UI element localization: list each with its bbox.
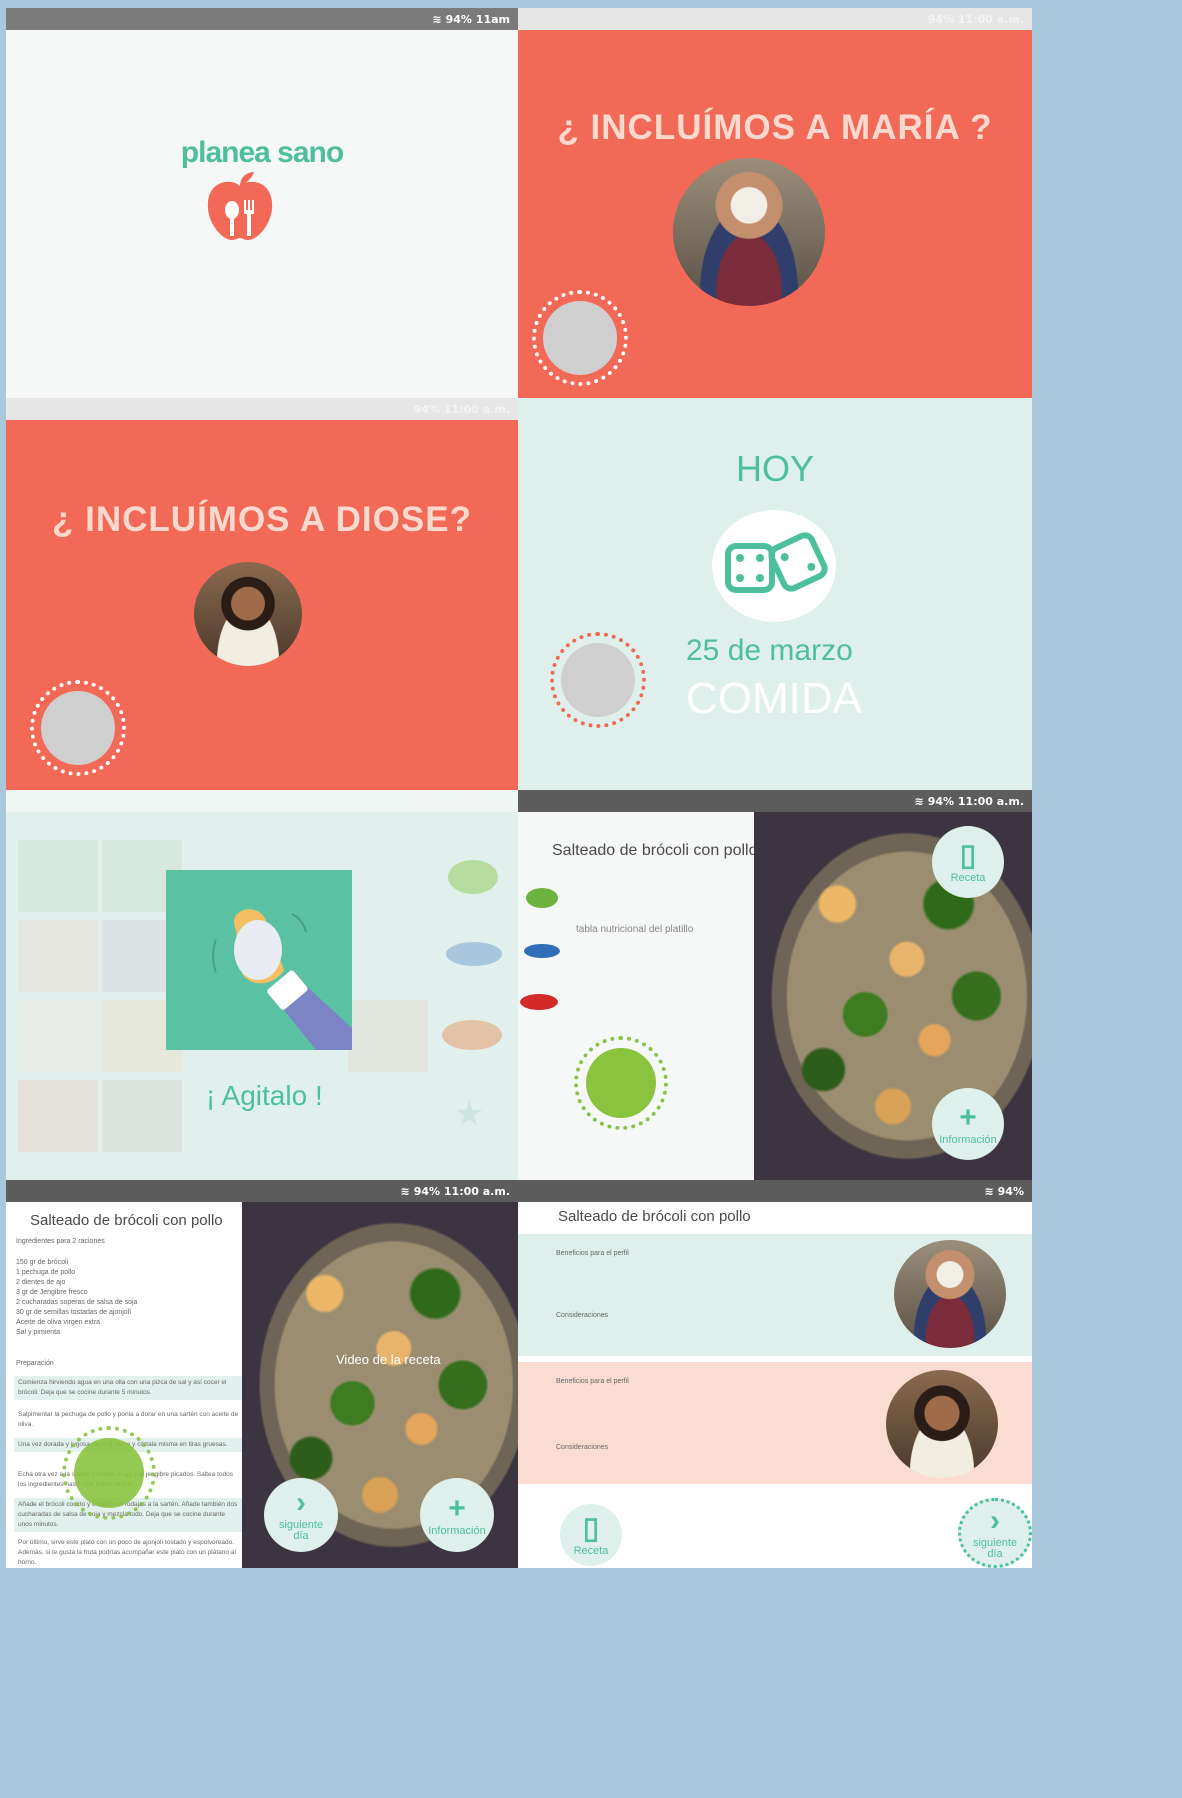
recipe-step: Salpimentar la pechuga de pollo y ponla … (18, 1411, 239, 1428)
benefits-label: Beneficios para el perfil (556, 1378, 629, 1385)
recipe-step: Por último, sirve este plato con un poco… (18, 1539, 236, 1566)
today-screen: HOY 25 de marzo COMIDA (518, 398, 1032, 790)
voice-button[interactable] (62, 1426, 156, 1520)
chevron-right-icon: › (296, 1486, 306, 1519)
cookbook-icon: ▯ (959, 838, 977, 872)
avatar-diose[interactable] (194, 562, 302, 666)
status-bar: 94% 11:00 a.m. (6, 398, 518, 420)
recipe-step: Comienza hirviendo agua en una olla con … (14, 1376, 244, 1400)
status-bar: ≋ 94% 11am (6, 8, 518, 30)
dish-screen: ≋ 94% 11:00 a.m. Salteado de brócoli con … (518, 790, 1032, 1180)
meat-icon (442, 1020, 502, 1050)
apple-logo-icon (207, 172, 273, 240)
meat-icon (520, 994, 558, 1010)
info-button[interactable]: + Información (420, 1478, 494, 1552)
info-button[interactable]: + Información (932, 1088, 1004, 1160)
food-tile (18, 1000, 98, 1072)
include-diose-screen: 94% 11:00 a.m. ¿ INCLUÍMOS A DIOSE? (6, 398, 518, 790)
status-bar: ≋ 94% 11:00 a.m. (518, 790, 1032, 812)
avatar-maria[interactable] (673, 158, 825, 306)
brand-name: planea sano (180, 136, 344, 169)
dice-icon (725, 532, 828, 593)
plus-icon: + (959, 1100, 977, 1134)
dish-title: Salteado de brócoli con pollo (558, 1208, 751, 1225)
broccoli-icon (448, 860, 498, 894)
ingredient: 150 gr de brócoli (16, 1259, 69, 1266)
dish-title: Salteado de brócoli con pollo (552, 842, 758, 859)
ingredient: 2 cucharadas soperas de salsa de soja (16, 1299, 138, 1306)
considerations-label: Consideraciones (556, 1444, 609, 1451)
include-question: ¿ INCLUÍMOS A DIOSE? (52, 500, 472, 539)
next-day-button[interactable]: › siguiente día (958, 1498, 1032, 1568)
profile-card-diose: Beneficios para el perfil Consideracione… (518, 1362, 1032, 1484)
profile-card-maria: Beneficios para el perfil Consideracione… (518, 1234, 1032, 1356)
chevron-right-icon: › (990, 1504, 1000, 1537)
dice-button[interactable] (712, 510, 836, 622)
recipe-button[interactable]: ▯ Receta (932, 826, 1004, 898)
recipe-button[interactable]: ▯ Receta (560, 1504, 622, 1566)
food-tile (348, 1000, 428, 1072)
hand-shaking-icon (212, 909, 352, 1050)
benefits-label: Beneficios para el perfil (556, 1250, 629, 1257)
wifi-icon: ≋ (400, 1184, 410, 1198)
food-tile (18, 1080, 98, 1152)
splash-screen: ≋ 94% 11am planea sano (6, 8, 518, 398)
nutrition-table-label[interactable]: tabla nutricional del platillo (576, 924, 693, 935)
ingredients-list: 150 gr de brócoli 1 pechuga de pollo 2 d… (16, 1258, 137, 1338)
include-maria-screen: 94% 11:00 a.m. ¿ INCLUÍMOS A MARÍA ? (518, 8, 1032, 398)
ingredient: 30 gr de semillas tostadas de ajonjolí (16, 1309, 132, 1316)
star-icon: ★ (454, 1094, 485, 1134)
today-title: HOY (735, 448, 814, 489)
food-tile (18, 840, 98, 912)
recipe-screen: ≋ 94% 11:00 a.m. Salteado de brócoli con … (6, 1180, 518, 1568)
profile-screen: ≋ 94% Salteado de brócoli con pollo Benef… (518, 1180, 1032, 1568)
food-tile (18, 920, 98, 992)
shake-card (166, 870, 352, 1050)
considerations-label: Consideraciones (556, 1312, 609, 1319)
date-label: 25 de marzo (686, 634, 853, 667)
shake-screen: 94% 11:00 a.m. ★ ¡ Agitalo ! (6, 790, 518, 1180)
status-bar: 94% 11:00 a.m. (6, 790, 518, 812)
ingredient: 3 gr de Jengibre fresco (16, 1289, 88, 1296)
voice-button[interactable] (532, 290, 628, 386)
voice-button[interactable] (574, 1036, 668, 1130)
dish-title: Salteado de brócoli con pollo (30, 1212, 223, 1229)
fish-icon (524, 944, 560, 958)
shake-label: ¡ Agitalo ! (206, 1080, 323, 1111)
cookbook-icon: ▯ (582, 1511, 600, 1545)
plus-icon: + (448, 1491, 466, 1525)
vegetable-icon (526, 888, 558, 908)
status-bar: 94% 11:00 a.m. (518, 8, 1032, 30)
ingredient: 2 dientes de ajo (16, 1279, 66, 1286)
voice-button[interactable] (30, 680, 126, 776)
wifi-icon: ≋ (984, 1184, 994, 1198)
ingredient: 1 pechuga de pollo (16, 1269, 76, 1276)
status-bar: ≋ 94% 11:00 a.m. (6, 1180, 518, 1202)
ingredient: Aceite de oliva virgen extra (16, 1319, 101, 1326)
fish-icon (446, 942, 502, 966)
avatar-maria[interactable] (894, 1240, 1006, 1348)
wifi-icon: ≋ (914, 794, 924, 808)
voice-button[interactable] (550, 632, 646, 728)
avatar-diose[interactable] (886, 1370, 998, 1478)
include-question: ¿ INCLUÍMOS A MARÍA ? (557, 108, 993, 147)
servings-label: Ingredientes para 2 raciones (16, 1238, 105, 1245)
wifi-icon: ≋ (432, 12, 442, 26)
video-label[interactable]: Video de la receta (336, 1352, 441, 1367)
next-day-button[interactable]: › siguiente día (264, 1478, 338, 1552)
food-tile (102, 1080, 182, 1152)
preparation-label: Preparación (16, 1360, 54, 1367)
meal-label: COMIDA (686, 674, 862, 723)
status-bar: ≋ 94% (518, 1180, 1032, 1202)
ingredient: Sal y pimienta (16, 1329, 60, 1336)
